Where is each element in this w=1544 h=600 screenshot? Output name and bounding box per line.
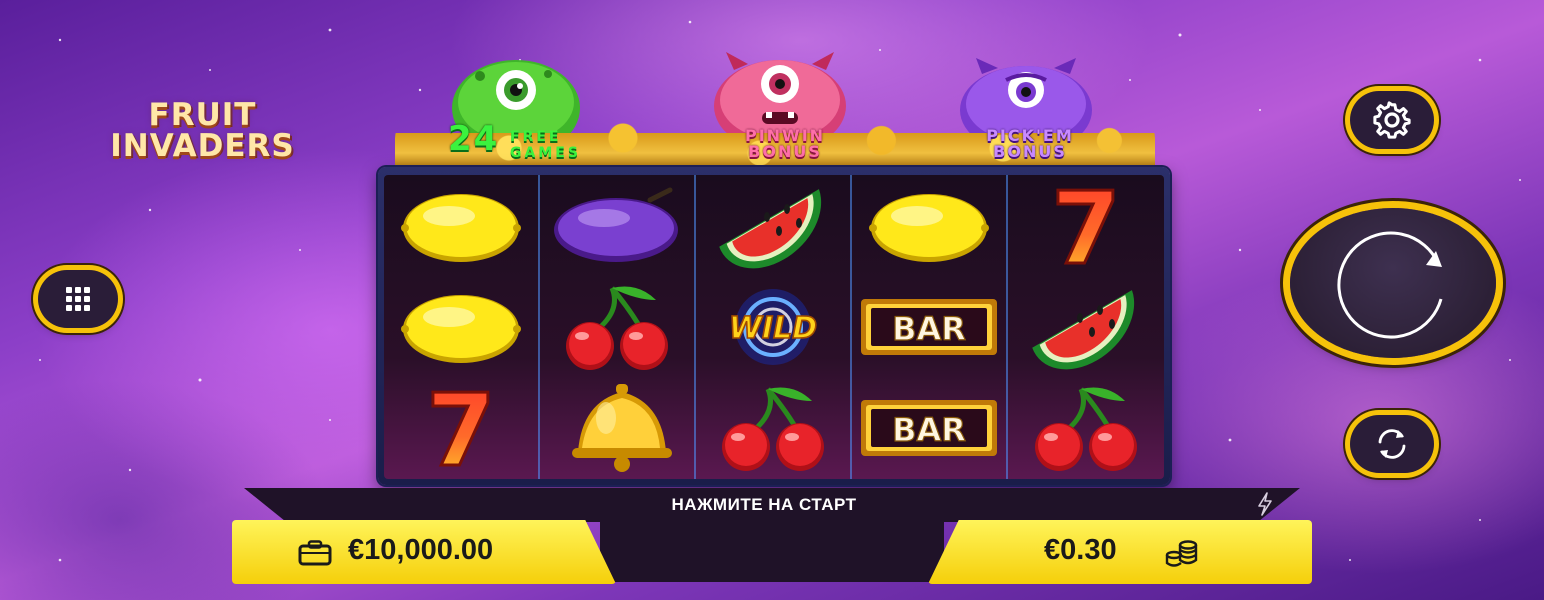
logo-line1: FRUIT xyxy=(148,97,257,133)
plum-icon xyxy=(554,187,678,262)
cherry-icon xyxy=(566,286,668,370)
watermelon-symbol xyxy=(1008,276,1164,377)
grid-menu-icon xyxy=(66,287,90,311)
reel-column: 7 xyxy=(1008,175,1164,479)
settings-button[interactable] xyxy=(1350,91,1434,149)
lemon-symbol xyxy=(384,276,538,377)
menu-button[interactable] xyxy=(38,270,118,328)
free-games-line2: GAMES xyxy=(510,145,581,161)
seven-symbol: 7 xyxy=(1008,175,1164,276)
seven-icon: 7 xyxy=(1050,181,1123,271)
cherry-icon xyxy=(722,387,824,472)
autoplay-button[interactable] xyxy=(1350,415,1434,473)
wild-icon: WILD xyxy=(728,288,818,365)
spin-button[interactable] xyxy=(1290,208,1496,358)
cherry-symbol xyxy=(540,276,694,377)
plum-symbol xyxy=(540,175,694,276)
wild-symbol-text: WILD xyxy=(729,311,817,346)
seven-symbol: 7 xyxy=(384,378,538,479)
cherry-symbol xyxy=(696,378,850,479)
reel-column: BAR BAR xyxy=(852,175,1008,479)
gear-icon xyxy=(1373,101,1411,139)
reel-grid: 7 WILD BAR BAR 7 xyxy=(384,175,1164,479)
reel-column: WILD xyxy=(696,175,852,479)
bell-icon xyxy=(572,384,672,473)
spin-arrow-icon xyxy=(1337,231,1443,339)
reel-column: 7 xyxy=(384,175,540,479)
watermelon-icon xyxy=(1032,290,1135,370)
lemon-icon xyxy=(869,193,989,262)
cherry-symbol xyxy=(1008,378,1164,479)
lemon-symbol xyxy=(852,175,1006,276)
bar-symbol: BAR xyxy=(852,276,1006,377)
cherry-icon xyxy=(1035,387,1137,472)
seven-symbol-text: 7 xyxy=(426,383,496,473)
autoplay-arrows-icon xyxy=(1378,429,1406,459)
logo-line2: INVADERS xyxy=(110,128,295,164)
lemon-icon xyxy=(401,294,521,363)
pickem-bonus-label: PICK'EM BONUS xyxy=(955,128,1105,160)
seven-icon: 7 xyxy=(425,383,498,473)
lemon-icon xyxy=(401,193,521,262)
pickem-line2: BONUS xyxy=(993,142,1067,161)
bet-panel[interactable]: €0.30 xyxy=(928,520,1312,584)
balance-value: €10,000.00 xyxy=(348,534,494,566)
wild-symbol: WILD xyxy=(696,276,850,377)
wallet-icon xyxy=(298,540,332,566)
lemon-symbol xyxy=(384,175,538,276)
free-games-count: 24 xyxy=(448,119,500,159)
game-logo: FRUIT INVADERS xyxy=(100,100,305,170)
free-games-line1: FREE xyxy=(510,129,562,145)
reel-window: 7 WILD BAR BAR 7 xyxy=(378,167,1170,485)
bell-symbol xyxy=(540,378,694,479)
balance-panel: €10,000.00 xyxy=(232,520,616,584)
bar-icon: BAR xyxy=(861,400,997,457)
bar-symbol-text: BAR xyxy=(892,310,966,348)
bar-symbol-text: BAR xyxy=(892,411,966,449)
bar-symbol: BAR xyxy=(852,378,1006,479)
bar-icon: BAR xyxy=(861,298,997,355)
pinwin-line2: BONUS xyxy=(748,142,822,161)
seven-symbol-text: 7 xyxy=(1051,181,1121,271)
bottom-strip xyxy=(600,520,944,582)
watermelon-icon xyxy=(719,188,822,268)
pinwin-bonus-label: PINWIN BONUS xyxy=(715,128,855,160)
reel-column xyxy=(540,175,696,479)
watermelon-symbol xyxy=(696,175,850,276)
turbo-bolt-icon[interactable] xyxy=(1256,492,1274,516)
coin-stack-icon xyxy=(1165,540,1198,567)
bet-value: €0.30 xyxy=(1044,534,1117,566)
status-message: НАЖМИТЕ НА СТАРТ xyxy=(671,495,857,514)
